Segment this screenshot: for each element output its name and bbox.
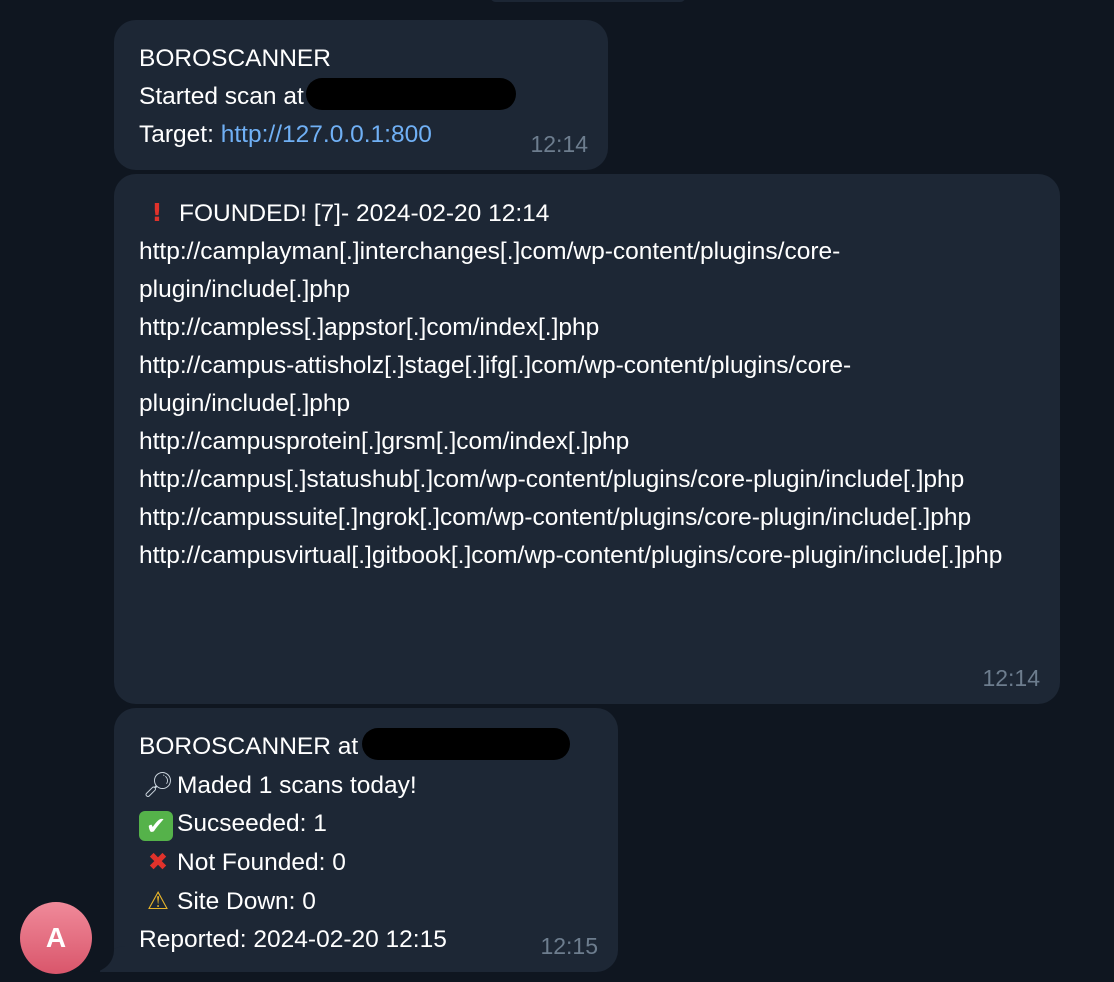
target-link[interactable]: http://127.0.0.1:800 [221, 121, 432, 148]
found-url: http://campussuite[.]ngrok[.]com/wp-cont… [139, 504, 972, 531]
scans-line: 🔎︎ Maded 1 scans today! [139, 766, 594, 805]
found-url: http://campusvirtual[.]gitbook[.]com/wp-… [139, 542, 1003, 569]
report-title-line: BOROSCANNER at [139, 728, 594, 766]
found-url: http://campusprotein[.]grsm[.]com/index[… [139, 428, 630, 455]
exclamation-icon: ! [151, 198, 163, 227]
reported-line: Reported: 2024-02-20 12:15 [139, 926, 447, 953]
scans-count: Maded 1 scans today! [177, 772, 417, 799]
message-timestamp: 12:15 [540, 933, 598, 959]
site-down-line: ⚠ Site Down: 0 [139, 882, 594, 921]
not-found-line: ✖ Not Founded: 0 [139, 843, 594, 882]
scan-started-text: Started scan at [139, 83, 304, 110]
succeeded-line: ✔ Sucseeded: 1 [139, 805, 594, 843]
message-timestamp: 12:14 [530, 131, 588, 157]
magnifying-glass-icon: 🔎︎ [142, 770, 174, 799]
found-url: http://campus-attisholz[.]stage[.]ifg[.]… [139, 352, 852, 417]
findings-header: FOUNDED! [7]- 2024-02-20 12:14 [179, 200, 550, 227]
check-mark-icon: ✔ [139, 811, 173, 841]
target-line: Target: http://127.0.0.1:800 [139, 116, 584, 154]
message-bubble-findings[interactable]: ! FOUNDED! [7]- 2024-02-20 12:14 http://c… [114, 174, 1060, 704]
message-bubble-scan-started[interactable]: BOROSCANNER Started scan at Target: http… [114, 20, 608, 170]
warning-icon: ⚠ [147, 886, 169, 915]
previous-message-edge [490, 0, 686, 2]
findings-header-line: ! FOUNDED! [7]- 2024-02-20 12:14 [139, 194, 1036, 233]
found-url-list: http://camplayman[.]interchanges[.]com/w… [139, 233, 1019, 575]
found-url: http://campless[.]appstor[.]com/index[.]… [139, 314, 600, 341]
found-url: http://campus[.]statushub[.]com/wp-conte… [139, 466, 965, 493]
message-bubble-daily-report[interactable]: BOROSCANNER at 🔎︎ Maded 1 scans today! ✔ S… [114, 708, 618, 972]
message-timestamp: 12:14 [982, 665, 1040, 691]
redacted-block [362, 728, 571, 760]
report-title: BOROSCANNER at [139, 733, 359, 760]
scan-started-line: Started scan at [139, 78, 584, 116]
message-title: BOROSCANNER [139, 45, 331, 72]
succeeded-count: Sucseeded: 1 [177, 810, 327, 837]
cross-mark-icon: ✖ [147, 847, 169, 876]
site-down-count: Site Down: 0 [177, 888, 316, 915]
found-url: http://camplayman[.]interchanges[.]com/w… [139, 238, 841, 303]
target-label: Target: [139, 121, 221, 148]
redacted-block [305, 78, 516, 110]
not-found-count: Not Founded: 0 [177, 849, 346, 876]
avatar[interactable]: A [20, 902, 92, 974]
